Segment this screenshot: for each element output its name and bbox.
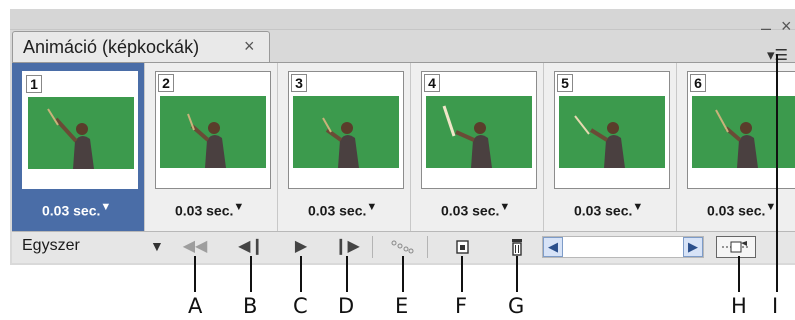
tab-label: Animáció (képkockák) [23,37,200,57]
frame-strip: 1 0.03 sec.▼ 2 0.03 sec.▼ 3 0.03 sec.▼ 4… [12,62,795,231]
minimize-icon[interactable]: – [761,18,771,39]
toolbar-divider [427,236,428,258]
play-icon: ▶ [294,238,308,255]
callout-line [194,256,196,292]
callout-label: B [243,294,258,318]
frame-delay[interactable]: 0.03 sec.▼ [441,201,510,219]
loop-options-select[interactable]: Egyszer ▼ [16,234,166,260]
frame-number: 4 [424,74,440,92]
callout-line [516,256,518,292]
frame-delay[interactable]: 0.03 sec.▼ [308,201,377,219]
frame-thumbnail: 6 [687,71,795,189]
callout-label: A [188,294,203,318]
step-back-icon: ◀❙ [238,238,264,255]
callout-line [346,256,348,292]
trash-icon [512,239,522,256]
frame-image [692,96,795,168]
frame-thumbnail: 2 [155,71,271,189]
frame-delay[interactable]: 0.03 sec.▼ [707,201,776,219]
close-icon[interactable]: × [781,16,792,37]
tab-animation-frames[interactable]: Animáció (képkockák) × [12,31,270,63]
tween-icon [391,240,414,254]
frame-2[interactable]: 2 0.03 sec.▼ [145,63,278,231]
callout-line [738,256,740,292]
rewind-icon: ◀◀ [182,238,208,255]
frame-3[interactable]: 3 0.03 sec.▼ [278,63,411,231]
frame-image [426,96,532,168]
frame-thumbnail: 5 [554,71,670,189]
callout-line [776,54,778,292]
frame-image [160,96,266,168]
frame-image [559,96,665,168]
callout-label: F [455,294,468,318]
scroll-right-icon[interactable]: ▶ [683,237,703,257]
frame-image [293,96,399,168]
frame-number: 2 [158,74,174,92]
callout-label: G [508,294,525,318]
frame-number: 1 [26,75,42,93]
callout-label: D [338,294,355,318]
frame-number: 6 [690,74,706,92]
convert-to-timeline-button[interactable] [716,236,756,258]
panel-title-bar [10,9,795,30]
frame-thumbnail: 3 [288,71,404,189]
scroll-left-icon[interactable]: ◀ [543,237,563,257]
first-frame-button[interactable]: ◀◀ [182,236,208,258]
delay-dropdown-icon[interactable]: ▼ [632,201,643,213]
callout-label: C [293,294,308,318]
frame-5[interactable]: 5 0.03 sec.▼ [544,63,677,231]
callout-label: H [731,294,747,318]
next-frame-button[interactable]: ❙▶ [334,236,360,258]
frame-1[interactable]: 1 0.03 sec.▼ [12,63,145,231]
delay-dropdown-icon[interactable]: ▼ [499,201,510,213]
frame-number: 3 [291,74,307,92]
frame-delay[interactable]: 0.03 sec.▼ [42,201,111,219]
play-button[interactable]: ▶ [288,236,314,258]
frame-image [28,97,134,169]
frame-thumbnail: 4 [421,71,537,189]
frame-delay[interactable]: 0.03 sec.▼ [175,201,244,219]
callout-line [461,256,463,292]
frame-delay[interactable]: 0.03 sec.▼ [574,201,643,219]
tab-close-icon[interactable]: × [244,36,255,57]
delay-dropdown-icon[interactable]: ▼ [100,201,111,213]
new-frame-icon [456,240,469,254]
frame-scrollbar[interactable]: ◀ ▶ [542,236,704,258]
delay-dropdown-icon[interactable]: ▼ [233,201,244,213]
callout-line [402,256,404,292]
timeline-icon [722,241,750,253]
frame-thumbnail: 1 [22,71,138,189]
toolbar-divider [372,236,373,258]
callout-label: I [772,294,779,318]
delay-dropdown-icon[interactable]: ▼ [765,201,776,213]
delete-frame-button[interactable] [504,236,530,258]
callout-line [300,256,302,292]
previous-frame-button[interactable]: ◀❙ [238,236,264,258]
frame-number: 5 [557,74,573,92]
callout-line [250,256,252,292]
duplicate-frame-button[interactable] [449,236,475,258]
chevron-down-icon: ▼ [150,238,164,254]
delay-dropdown-icon[interactable]: ▼ [366,201,377,213]
step-forward-icon: ❙▶ [334,238,360,255]
tween-button[interactable] [389,236,415,258]
loop-value: Egyszer [22,237,80,254]
callout-label: E [395,294,409,318]
frame-4[interactable]: 4 0.03 sec.▼ [411,63,544,231]
